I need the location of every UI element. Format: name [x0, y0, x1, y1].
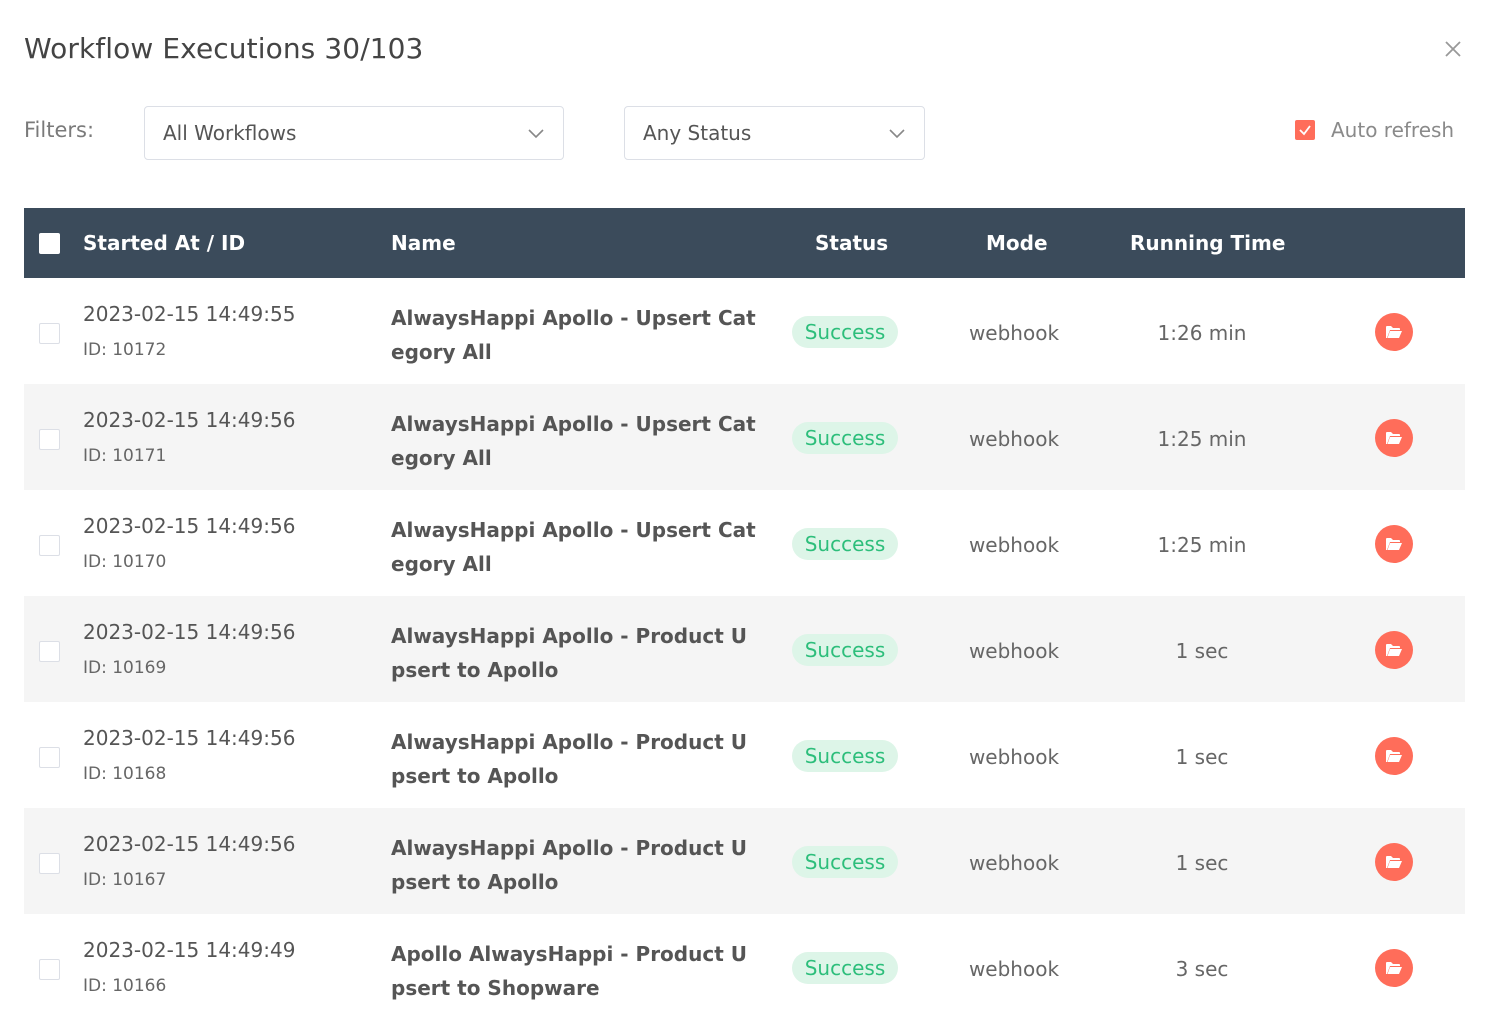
row-checkbox[interactable]	[39, 535, 60, 556]
started-at: 2023-02-15 14:49:56	[83, 832, 296, 856]
folder-open-icon	[1386, 432, 1402, 444]
status-badge: Success	[792, 846, 898, 878]
row-checkbox[interactable]	[39, 853, 60, 874]
running-time: 1 sec	[1175, 745, 1229, 769]
table-header: Started At / ID Name Status Mode Running…	[24, 208, 1465, 278]
auto-refresh-toggle[interactable]: Auto refresh	[1295, 118, 1454, 142]
running-time: 1:25 min	[1157, 533, 1247, 557]
header-started: Started At / ID	[83, 231, 246, 255]
execution-id: ID: 10167	[83, 870, 167, 890]
status-badge: Success	[792, 316, 898, 348]
close-button[interactable]	[1441, 37, 1465, 61]
row-checkbox[interactable]	[39, 323, 60, 344]
header-name: Name	[391, 231, 456, 255]
folder-open-icon	[1386, 644, 1402, 656]
open-execution-button[interactable]	[1375, 525, 1413, 563]
mode: webhook	[968, 639, 1060, 663]
header-mode: Mode	[986, 231, 1048, 255]
checkmark-icon	[1299, 125, 1311, 136]
folder-open-icon	[1386, 856, 1402, 868]
row-checkbox[interactable]	[39, 959, 60, 980]
workflow-name: AlwaysHappi Apollo - Upsert Category All	[391, 306, 756, 364]
close-icon	[1445, 41, 1461, 57]
open-execution-button[interactable]	[1375, 949, 1413, 987]
folder-open-icon	[1386, 538, 1402, 550]
started-at: 2023-02-15 14:49:56	[83, 514, 296, 538]
select-all-checkbox[interactable]	[39, 232, 60, 254]
workflow-filter-value: All Workflows	[163, 121, 297, 145]
open-execution-button[interactable]	[1375, 419, 1413, 457]
status-badge: Success	[792, 422, 898, 454]
auto-refresh-label: Auto refresh	[1331, 118, 1455, 142]
table-row[interactable]: 2023-02-15 14:49:56 ID: 10167 AlwaysHapp…	[24, 808, 1465, 914]
open-execution-button[interactable]	[1375, 843, 1413, 881]
execution-id: ID: 10170	[83, 552, 167, 572]
row-checkbox[interactable]	[39, 747, 60, 768]
open-execution-button[interactable]	[1375, 313, 1413, 351]
workflow-name: AlwaysHappi Apollo - Product Upsert to A…	[391, 836, 747, 894]
running-time: 1 sec	[1175, 851, 1229, 875]
execution-id: ID: 10168	[83, 764, 167, 784]
open-execution-button[interactable]	[1375, 737, 1413, 775]
table-row[interactable]: 2023-02-15 14:49:55 ID: 10172 AlwaysHapp…	[24, 278, 1465, 384]
status-filter-value: Any Status	[643, 121, 752, 145]
select-all-cell	[39, 208, 60, 278]
table-row[interactable]: 2023-02-15 14:49:56 ID: 10169 AlwaysHapp…	[24, 596, 1465, 702]
filters-label: Filters:	[24, 118, 95, 142]
started-at: 2023-02-15 14:49:55	[83, 302, 296, 326]
status-badge: Success	[792, 740, 898, 772]
table-row[interactable]: 2023-02-15 14:49:49 ID: 10166 Apollo Alw…	[24, 914, 1465, 1012]
row-checkbox[interactable]	[39, 429, 60, 450]
workflow-name: AlwaysHappi Apollo - Upsert Category All	[391, 518, 756, 576]
status-filter-select[interactable]: Any Status	[624, 106, 925, 160]
row-checkbox[interactable]	[39, 641, 60, 662]
running-time: 1:25 min	[1157, 427, 1247, 451]
execution-id: ID: 10166	[83, 976, 167, 996]
running-time: 1:26 min	[1157, 321, 1247, 345]
started-at: 2023-02-15 14:49:56	[83, 408, 296, 432]
chevron-down-icon	[889, 129, 905, 139]
started-at: 2023-02-15 14:49:56	[83, 620, 296, 644]
dialog-title: Workflow Executions 30/103	[24, 32, 424, 65]
executions-table: Started At / ID Name Status Mode Running…	[24, 208, 1465, 1012]
table-row[interactable]: 2023-02-15 14:49:56 ID: 10170 AlwaysHapp…	[24, 490, 1465, 596]
workflow-name: AlwaysHappi Apollo - Product Upsert to A…	[391, 624, 747, 682]
execution-id: ID: 10169	[83, 658, 167, 678]
started-at: 2023-02-15 14:49:56	[83, 726, 296, 750]
mode: webhook	[968, 745, 1060, 769]
folder-open-icon	[1386, 750, 1402, 762]
mode: webhook	[968, 957, 1060, 981]
table-row[interactable]: 2023-02-15 14:49:56 ID: 10171 AlwaysHapp…	[24, 384, 1465, 490]
table-row[interactable]: 2023-02-15 14:49:56 ID: 10168 AlwaysHapp…	[24, 702, 1465, 808]
workflow-name: AlwaysHappi Apollo - Upsert Category All	[391, 412, 756, 470]
status-badge: Success	[792, 528, 898, 560]
started-at: 2023-02-15 14:49:49	[83, 938, 296, 962]
folder-open-icon	[1386, 962, 1402, 974]
running-time: 3 sec	[1175, 957, 1229, 981]
workflow-filter-select[interactable]: All Workflows	[144, 106, 564, 160]
folder-open-icon	[1386, 326, 1402, 338]
status-badge: Success	[792, 952, 898, 984]
open-execution-button[interactable]	[1375, 631, 1413, 669]
mode: webhook	[968, 851, 1060, 875]
mode: webhook	[968, 427, 1060, 451]
header-status: Status	[815, 231, 889, 255]
execution-id: ID: 10172	[83, 340, 167, 360]
execution-id: ID: 10171	[83, 446, 167, 466]
header-running-time: Running Time	[1130, 231, 1286, 255]
workflow-name: Apollo AlwaysHappi - Product Upsert to S…	[391, 942, 747, 1000]
mode: webhook	[968, 533, 1060, 557]
auto-refresh-checkbox[interactable]	[1295, 120, 1315, 140]
workflow-name: AlwaysHappi Apollo - Product Upsert to A…	[391, 730, 747, 788]
running-time: 1 sec	[1175, 639, 1229, 663]
status-badge: Success	[792, 634, 898, 666]
mode: webhook	[968, 321, 1060, 345]
chevron-down-icon	[528, 129, 544, 139]
